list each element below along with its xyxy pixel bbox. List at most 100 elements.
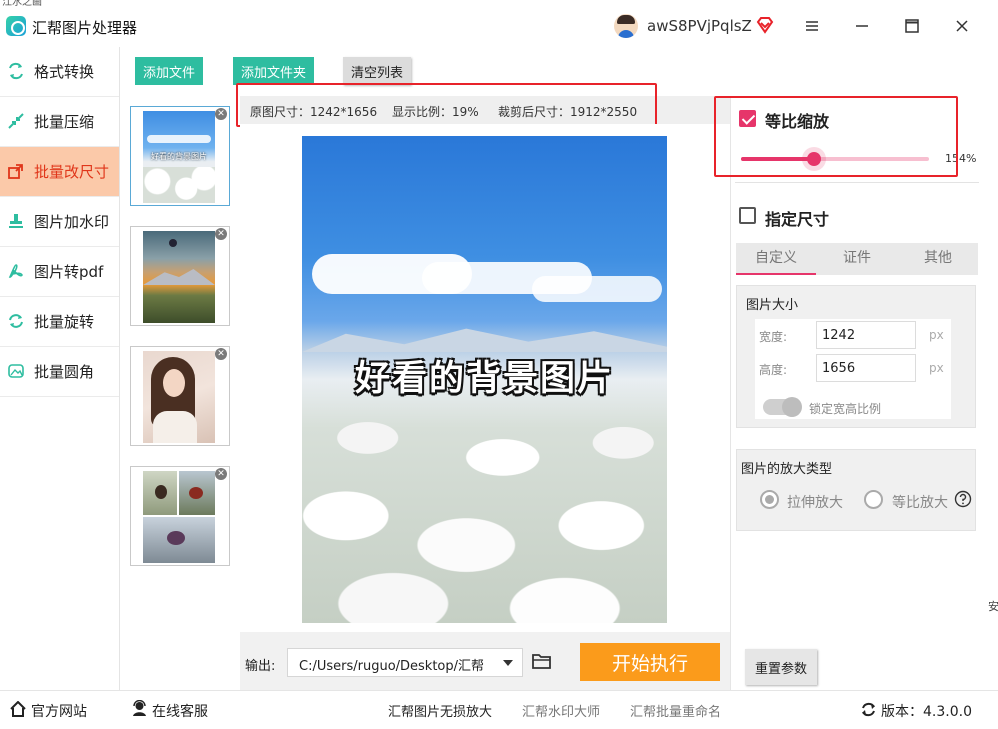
thumbnail-item[interactable]: ✕ [130, 346, 230, 446]
chevron-down-icon [503, 660, 513, 666]
width-unit: px [929, 328, 944, 342]
minimize-button[interactable] [845, 11, 879, 41]
image-size-title: 图片大小 [746, 298, 799, 313]
home-icon [10, 701, 26, 717]
enlarge-type-group: 图片的放大类型 拉伸放大 等比放大 [736, 449, 976, 531]
sidebar-item-compress[interactable]: 批量压缩 [0, 97, 119, 147]
sidebar-item-round-corner[interactable]: 批量圆角 [0, 347, 119, 397]
output-label: 输出: [245, 659, 276, 674]
maximize-button[interactable] [895, 11, 929, 41]
sidebar-item-label: 格式转换 [34, 63, 95, 81]
sidebar-item-label: 批量旋转 [34, 313, 95, 331]
user-name[interactable]: awS8PVjPqlsZ [647, 17, 752, 35]
sidebar-item-label: 图片转pdf [34, 263, 104, 281]
specify-size-checkbox[interactable] [739, 207, 756, 224]
vip-diamond-icon[interactable] [756, 16, 774, 34]
app-window: 江水之画 汇帮图片处理器 awS8PVjPqlsZ 格式转换 批量压缩 批量改尺… [0, 0, 998, 729]
footer-link-upscale[interactable]: 汇帮图片无损放大 [388, 701, 492, 720]
footer-link-rename[interactable]: 汇帮批量重命名 [630, 701, 721, 720]
stretch-label: 拉伸放大 [787, 495, 843, 511]
enlarge-type-title: 图片的放大类型 [741, 462, 833, 477]
height-input[interactable]: 1656 [816, 354, 916, 382]
remove-thumbnail-button[interactable]: ✕ [215, 108, 227, 120]
lock-ratio-toggle[interactable] [763, 397, 802, 417]
minimize-icon [856, 25, 868, 27]
thumbnail-image: 好看的背景图片 [143, 111, 215, 203]
sidebar-item-resize[interactable]: 批量改尺寸 [0, 147, 119, 197]
remove-thumbnail-button[interactable]: ✕ [215, 348, 227, 360]
official-site-link[interactable]: 官方网站 [31, 701, 87, 721]
sidebar-item-format-convert[interactable]: 格式转换 [0, 47, 119, 97]
thumbnail-item[interactable]: 好看的背景图片 ✕ [130, 106, 230, 206]
maximize-icon [905, 19, 919, 33]
add-file-button[interactable]: 添加文件 [135, 57, 203, 85]
lock-ratio-label: 锁定宽高比例 [809, 402, 882, 416]
highlight-box-scale [714, 96, 958, 177]
thumbnail-list: 好看的背景图片 ✕ ✕ ✕ ✕ [121, 96, 239, 690]
sidebar-item-label: 图片加水印 [34, 213, 110, 231]
remove-thumbnail-button[interactable]: ✕ [215, 228, 227, 240]
sidebar-item-label: 批量圆角 [34, 363, 95, 381]
sidebar-item-label: 批量压缩 [34, 113, 95, 131]
sidebar-item-rotate[interactable]: 批量旋转 [0, 297, 119, 347]
close-icon [956, 20, 968, 32]
menu-button[interactable] [795, 11, 829, 41]
start-button[interactable]: 开始执行 [580, 643, 720, 681]
hamburger-icon [806, 21, 818, 31]
lock-ratio-row: 锁定宽高比例 [755, 387, 951, 425]
proportional-enlarge-label: 等比放大 [892, 495, 948, 511]
rotate-icon [9, 314, 23, 328]
reset-params-button[interactable]: 重置参数 [745, 649, 817, 685]
footer-link-watermark[interactable]: 汇帮水印大师 [522, 701, 600, 720]
clear-list-button[interactable]: 清空列表 [343, 57, 411, 85]
right-edge-strip: 安 [980, 96, 998, 690]
size-tabs: 自定义 证件 其他 [736, 243, 978, 275]
preview-image: 好看的背景图片 [302, 136, 667, 623]
tab-custom[interactable]: 自定义 [736, 243, 816, 275]
add-folder-button[interactable]: 添加文件夹 [233, 57, 314, 85]
remove-thumbnail-button[interactable]: ✕ [215, 468, 227, 480]
thumbnail-item[interactable]: ✕ [130, 466, 230, 566]
question-icon[interactable] [954, 490, 972, 508]
tab-other[interactable]: 其他 [898, 243, 978, 275]
sidebar: 格式转换 批量压缩 批量改尺寸 图片加水印 图片转pdf 批量旋转 批量圆角 [0, 47, 120, 690]
image-size-group: 图片大小 宽度: 1242 px 高度: 1656 px 锁定宽高比例 [736, 285, 976, 428]
thumbnail-caption: 好看的背景图片 [151, 152, 207, 161]
folder-icon[interactable] [532, 652, 552, 670]
specify-size-label: 指定尺寸 [765, 210, 830, 229]
thumbnail-image [143, 231, 215, 323]
height-label: 高度: [759, 363, 788, 377]
title-bar: 汇帮图片处理器 awS8PVjPqlsZ [0, 7, 998, 47]
height-unit: px [929, 361, 944, 375]
refresh-icon[interactable] [860, 701, 877, 718]
close-button[interactable] [945, 11, 979, 41]
customer-service-icon [133, 700, 146, 716]
thumbnail-image [143, 471, 215, 563]
highlight-box-info [236, 83, 657, 127]
pdf-icon [8, 264, 23, 278]
format-convert-icon [9, 62, 23, 80]
thumbnail-image [143, 351, 215, 443]
user-avatar[interactable] [614, 14, 638, 38]
proportional-enlarge-radio[interactable] [864, 490, 883, 509]
stretch-radio[interactable] [760, 490, 779, 509]
online-service-link[interactable]: 在线客服 [152, 701, 208, 721]
sidebar-item-watermark[interactable]: 图片加水印 [0, 197, 119, 247]
sidebar-item-label: 批量改尺寸 [34, 163, 110, 181]
preview-area: 好看的背景图片 [240, 124, 730, 632]
width-input[interactable]: 1242 [816, 321, 916, 349]
resize-icon [8, 164, 23, 179]
divider [735, 182, 979, 183]
sidebar-item-to-pdf[interactable]: 图片转pdf [0, 247, 119, 297]
tab-id-photo[interactable]: 证件 [817, 243, 897, 275]
right-edge-text: 安 [988, 600, 998, 613]
version-text: 版本：4.3.0.0 [881, 704, 972, 720]
thumbnail-item[interactable]: ✕ [130, 226, 230, 326]
output-path-value: C:/Users/ruguo/Desktop/汇帮 [299, 659, 485, 674]
app-title: 汇帮图片处理器 [32, 19, 138, 37]
watermark-icon [9, 214, 23, 228]
output-bar: 输出: C:/Users/ruguo/Desktop/汇帮 开始执行 [240, 632, 730, 690]
app-logo-icon [6, 16, 26, 36]
output-path-select[interactable]: C:/Users/ruguo/Desktop/汇帮 [287, 648, 523, 677]
footer: 官方网站 在线客服 汇帮图片无损放大 汇帮水印大师 汇帮批量重命名 版本：4.3… [0, 690, 998, 729]
